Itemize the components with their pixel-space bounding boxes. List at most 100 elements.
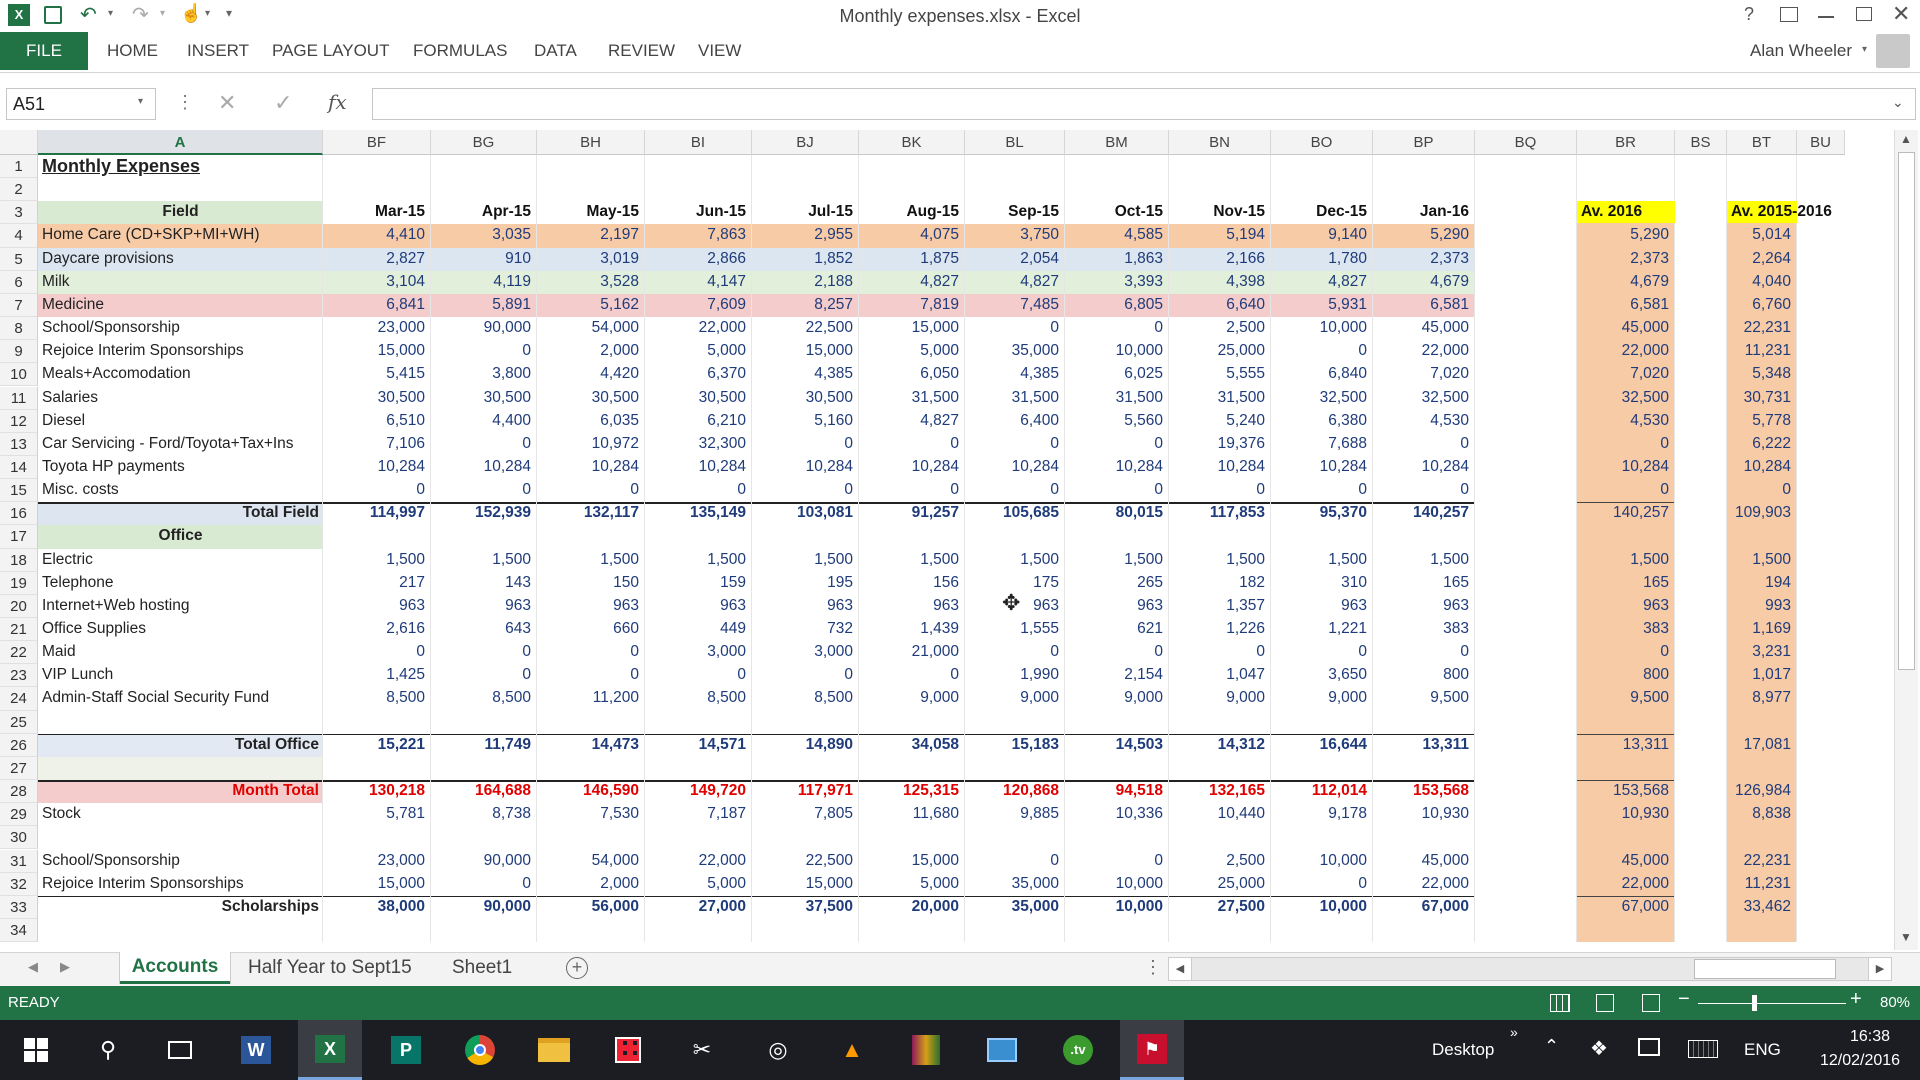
column-header-bp[interactable]: BP bbox=[1373, 130, 1475, 155]
customize-qat-icon[interactable]: ▾ bbox=[226, 6, 232, 20]
row-header-8[interactable]: 8 bbox=[0, 317, 38, 341]
tab-file[interactable]: FILE bbox=[0, 32, 88, 70]
save-icon[interactable] bbox=[44, 6, 62, 24]
column-header-bk[interactable]: BK bbox=[859, 130, 965, 155]
vlc-icon[interactable]: ▲ bbox=[820, 1020, 884, 1080]
row-header-27[interactable]: 27 bbox=[0, 756, 38, 781]
redo-dropdown-icon[interactable]: ▾ bbox=[160, 8, 165, 19]
close-icon[interactable]: ✕ bbox=[1892, 1, 1910, 27]
page-break-view-icon[interactable] bbox=[1642, 994, 1660, 1012]
row-header-28[interactable]: 28 bbox=[0, 780, 38, 804]
zoom-slider-thumb[interactable] bbox=[1752, 995, 1757, 1011]
zoom-in-icon[interactable]: + bbox=[1850, 988, 1862, 1011]
help-icon[interactable]: ? bbox=[1744, 4, 1754, 25]
hscroll-right-icon[interactable]: ▶ bbox=[1868, 957, 1892, 981]
column-header-bo[interactable]: BO bbox=[1271, 130, 1373, 155]
row-header-34[interactable]: 34 bbox=[0, 918, 38, 943]
enter-icon[interactable]: ✓ bbox=[274, 90, 292, 116]
excel-taskbar-icon[interactable]: X bbox=[298, 1020, 362, 1080]
word-icon[interactable]: W bbox=[224, 1020, 288, 1080]
column-header-bg[interactable]: BG bbox=[431, 130, 537, 155]
row-header-21[interactable]: 21 bbox=[0, 618, 38, 642]
tab-page-layout[interactable]: PAGE LAYOUT bbox=[272, 32, 389, 70]
row-header-25[interactable]: 25 bbox=[0, 710, 38, 734]
zoom-level[interactable]: 80% bbox=[1880, 994, 1910, 1011]
tv-app-icon[interactable]: .tv bbox=[1046, 1020, 1110, 1080]
name-box-dropdown-icon[interactable]: ▾ bbox=[138, 96, 143, 107]
column-header-bu[interactable]: BU bbox=[1797, 130, 1845, 155]
row-header-17[interactable]: 17 bbox=[0, 525, 38, 549]
row-header-20[interactable]: 20 bbox=[0, 594, 38, 618]
formula-input[interactable] bbox=[372, 88, 1916, 120]
sheet-tab-accounts[interactable]: Accounts bbox=[120, 952, 230, 984]
undo-dropdown-icon[interactable]: ▾ bbox=[108, 8, 113, 19]
search-icon[interactable]: ⚲ bbox=[76, 1020, 140, 1080]
user-dropdown-icon[interactable]: ▾ bbox=[1862, 44, 1867, 55]
undo-icon[interactable]: ↶ bbox=[80, 2, 97, 27]
column-header-bj[interactable]: BJ bbox=[752, 130, 859, 155]
column-header-bi[interactable]: BI bbox=[645, 130, 752, 155]
chrome-icon[interactable] bbox=[448, 1020, 512, 1080]
formula-options-icon[interactable]: ⋮ bbox=[176, 92, 194, 113]
sheet-tab-sheet1[interactable]: Sheet1 bbox=[452, 953, 512, 983]
column-header-bm[interactable]: BM bbox=[1065, 130, 1169, 155]
row-header-19[interactable]: 19 bbox=[0, 571, 38, 595]
photoscape-icon[interactable]: ◎ bbox=[746, 1020, 810, 1080]
tab-view[interactable]: VIEW bbox=[698, 32, 741, 70]
page-layout-view-icon[interactable] bbox=[1596, 994, 1614, 1012]
scroll-down-icon[interactable]: ▼ bbox=[1900, 930, 1912, 944]
scroll-thumb[interactable] bbox=[1898, 152, 1915, 670]
touch-mode-icon[interactable]: ☝ bbox=[180, 3, 202, 24]
vertical-scrollbar[interactable]: ▲ ▼ bbox=[1894, 130, 1918, 950]
worksheet-grid[interactable]: A BF BG BH BI BJ BK BL BM BN BO BP BQ BR BS BT BU 123456… bbox=[0, 130, 1920, 950]
row-header-29[interactable]: 29 bbox=[0, 803, 38, 827]
column-header-bf[interactable]: BF bbox=[323, 130, 431, 155]
row-header-1[interactable]: 1 bbox=[0, 155, 38, 179]
redo-icon[interactable]: ↷ bbox=[132, 2, 149, 27]
row-header-15[interactable]: 15 bbox=[0, 479, 38, 503]
ribbon-display-icon[interactable] bbox=[1780, 7, 1798, 22]
row-header-7[interactable]: 7 bbox=[0, 293, 38, 318]
hscroll-thumb[interactable] bbox=[1694, 959, 1836, 979]
insert-function-icon[interactable]: fx bbox=[328, 90, 347, 114]
split-handle-icon[interactable]: ⋮ bbox=[1144, 957, 1162, 978]
row-header-26[interactable]: 26 bbox=[0, 733, 38, 757]
row-header-11[interactable]: 11 bbox=[0, 386, 38, 410]
row-header-9[interactable]: 9 bbox=[0, 340, 38, 364]
user-name[interactable]: Alan Wheeler bbox=[1750, 32, 1852, 70]
row-header-4[interactable]: 4 bbox=[0, 224, 38, 248]
acrobat-icon[interactable]: ⚑ bbox=[1120, 1020, 1184, 1080]
row-header-23[interactable]: 23 bbox=[0, 664, 38, 688]
column-header-a[interactable]: A bbox=[38, 130, 323, 155]
row-header-24[interactable]: 24 bbox=[0, 687, 38, 711]
minimize-icon[interactable] bbox=[1818, 16, 1834, 18]
tray-arrow-icon[interactable]: ⌃ bbox=[1544, 1036, 1559, 1057]
row-header-12[interactable]: 12 bbox=[0, 409, 38, 433]
snipping-tool-icon[interactable]: ✂ bbox=[670, 1020, 734, 1080]
row-header-32[interactable]: 32 bbox=[0, 872, 38, 896]
sheet-tab-half-year[interactable]: Half Year to Sept15 bbox=[248, 953, 412, 983]
language-indicator[interactable]: ENG bbox=[1744, 1040, 1781, 1060]
name-box[interactable]: A51 bbox=[6, 88, 156, 120]
avatar[interactable] bbox=[1876, 34, 1910, 68]
desktop-toolbar-label[interactable]: Desktop bbox=[1432, 1040, 1494, 1060]
sheet-prev-icon[interactable]: ◀ bbox=[28, 959, 38, 975]
tab-review[interactable]: REVIEW bbox=[608, 32, 675, 70]
column-header-bl[interactable]: BL bbox=[965, 130, 1065, 155]
column-header-bn[interactable]: BN bbox=[1169, 130, 1271, 155]
clock-date[interactable]: 12/02/2016 bbox=[1800, 1052, 1920, 1070]
row-header-22[interactable]: 22 bbox=[0, 641, 38, 665]
column-header-bt[interactable]: BT bbox=[1727, 130, 1797, 155]
notifications-icon[interactable] bbox=[1638, 1038, 1660, 1056]
column-header-br[interactable]: BR bbox=[1577, 130, 1675, 155]
row-header-6[interactable]: 6 bbox=[0, 270, 38, 294]
expand-formula-icon[interactable]: ⌄ bbox=[1892, 94, 1904, 111]
normal-view-icon[interactable] bbox=[1550, 994, 1570, 1012]
row-header-30[interactable]: 30 bbox=[0, 826, 38, 850]
winrar-icon[interactable] bbox=[894, 1020, 958, 1080]
row-header-2[interactable]: 2 bbox=[0, 178, 38, 202]
cancel-icon[interactable]: ✕ bbox=[218, 90, 236, 116]
new-sheet-icon[interactable]: + bbox=[566, 957, 588, 979]
file-explorer-icon[interactable] bbox=[522, 1020, 586, 1080]
tab-data[interactable]: DATA bbox=[534, 32, 577, 70]
